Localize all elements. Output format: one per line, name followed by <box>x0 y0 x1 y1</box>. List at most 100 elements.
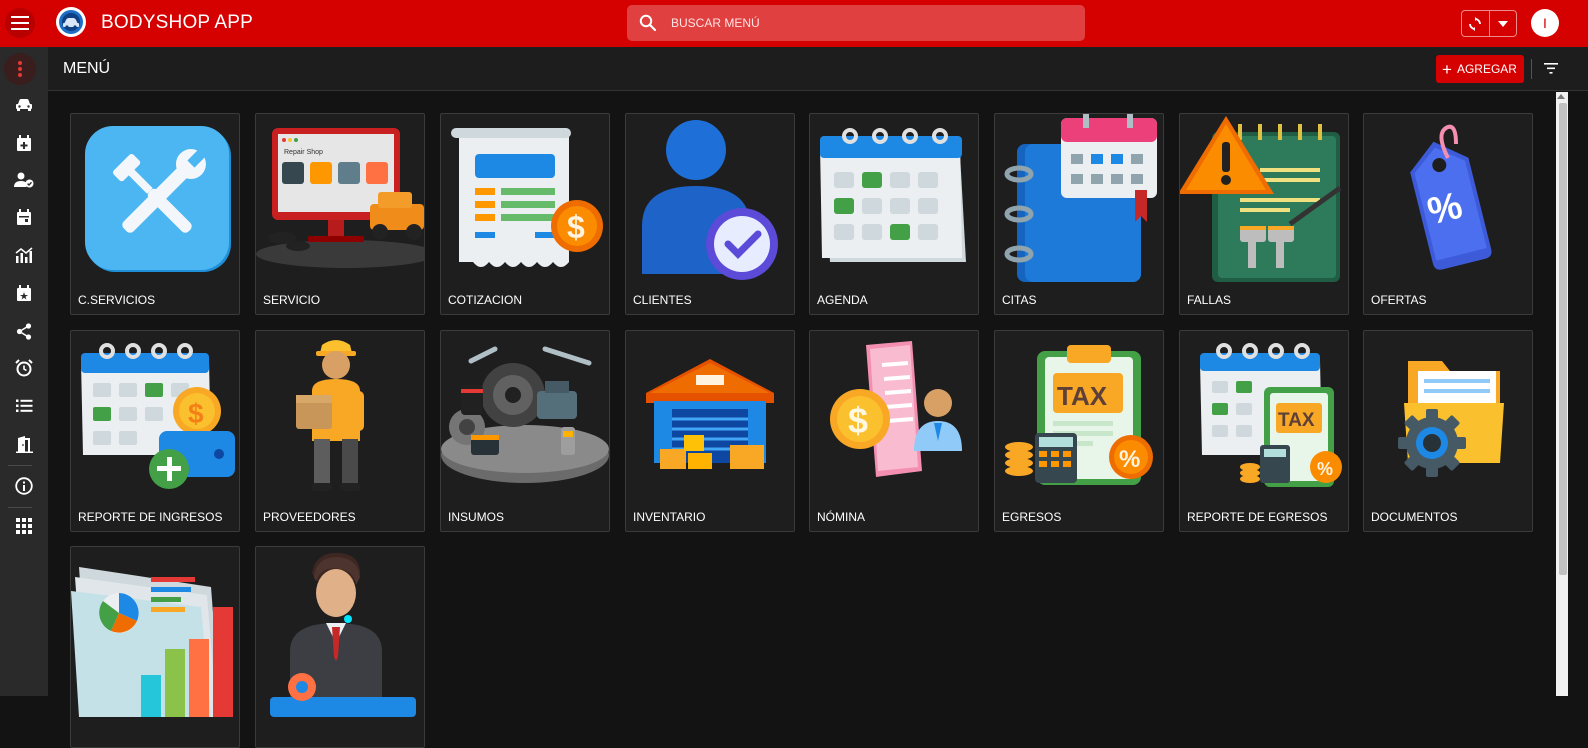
menu-card-inventario[interactable]: INVENTARIO <box>625 330 795 532</box>
svg-text:$: $ <box>848 400 868 441</box>
menu-card-label: SERVICIO <box>263 293 321 307</box>
car-icon <box>16 99 32 111</box>
menu-card-reports-charts[interactable] <box>70 546 240 748</box>
menu-card-egresos[interactable]: TAX % EGRESOS <box>994 330 1164 532</box>
menu-card-label: NÓMINA <box>817 510 865 524</box>
svg-text:$: $ <box>567 209 585 245</box>
sidebar-item-list[interactable] <box>0 390 48 422</box>
menu-card-fallas[interactable]: FALLAS <box>1179 113 1349 315</box>
menu-grid: C.SERVICIOS Repair Shop SERVICIO $ COTIZ… <box>48 92 1556 748</box>
expense-report-icon: TAX % <box>1200 343 1342 487</box>
menu-card-reporte-de-egresos[interactable]: TAX % REPORTE DE EGRESOS <box>1179 330 1349 532</box>
sidebar-item-alarms[interactable] <box>0 352 48 384</box>
svg-text:$: $ <box>188 398 204 429</box>
menu-card-label: COTIZACION <box>448 293 522 307</box>
app-title: BODYSHOP APP <box>101 12 253 33</box>
payroll-icon: $ <box>830 341 962 477</box>
svg-text:%: % <box>1317 459 1333 479</box>
sync-button[interactable] <box>1462 11 1490 36</box>
tax-clipboard-icon: TAX % <box>1005 345 1153 485</box>
menu-card-label: INVENTARIO <box>633 510 706 524</box>
calendar-icon <box>17 208 31 225</box>
menu-card-agenda[interactable]: AGENDA <box>809 113 979 315</box>
menu-card-ofertas[interactable]: % OFERTAS <box>1363 113 1533 315</box>
sidebar-divider <box>8 465 32 466</box>
user-avatar[interactable]: I <box>1531 9 1559 37</box>
person-check-icon <box>14 172 34 188</box>
calendar-add-icon <box>17 134 31 151</box>
sidebar-item-events[interactable] <box>0 277 48 309</box>
charts-report-icon <box>71 567 233 717</box>
sidebar-item-apps[interactable] <box>0 510 48 542</box>
menu-card-nomina[interactable]: $ NÓMINA <box>809 330 979 532</box>
search-bar[interactable] <box>627 5 1085 41</box>
failure-warning-icon <box>1180 116 1342 282</box>
menu-card-label: C.SERVICIOS <box>78 293 156 307</box>
menu-card-insumos[interactable]: INSUMOS <box>440 330 610 532</box>
client-verified-icon <box>642 120 778 280</box>
search-input[interactable] <box>671 5 1071 41</box>
warehouse-icon <box>646 359 774 469</box>
sidebar-item-more[interactable] <box>4 53 36 85</box>
menu-card-servicio[interactable]: Repair Shop SERVICIO <box>255 113 425 315</box>
menu-card-clientes[interactable]: CLIENTES <box>625 113 795 315</box>
scrollbar-thumb[interactable] <box>1559 103 1567 575</box>
repair-shop-icon: Repair Shop <box>256 128 424 268</box>
manager-user-icon <box>270 552 416 717</box>
header-divider <box>1531 59 1532 79</box>
menu-card-management[interactable] <box>255 546 425 748</box>
car-parts-icon <box>441 346 609 483</box>
sidebar-item-info[interactable] <box>0 470 48 502</box>
svg-text:TAX: TAX <box>1278 410 1315 431</box>
menu-card-proveedores[interactable]: PROVEEDORES <box>255 330 425 532</box>
tools-icon <box>85 126 231 272</box>
menu-card-citas[interactable]: CITAS <box>994 113 1164 315</box>
menu-card-label: EGRESOS <box>1002 510 1062 524</box>
sidebar-item-agenda[interactable] <box>0 201 48 233</box>
add-button[interactable]: + AGREGAR <box>1436 55 1524 83</box>
menu-toggle-button[interactable] <box>5 8 35 38</box>
page-edge <box>1568 92 1588 696</box>
share-icon <box>16 322 32 340</box>
sidebar-item-exit[interactable] <box>0 428 48 460</box>
app-logo[interactable] <box>56 7 86 37</box>
filter-button[interactable] <box>1544 61 1558 79</box>
menu-card-label: PROVEEDORES <box>263 510 356 524</box>
menu-card-reporte-de-ingresos[interactable]: $ REPORTE DE INGRESOS <box>70 330 240 532</box>
sync-button-group <box>1461 10 1517 37</box>
more-vert-icon <box>18 61 22 77</box>
menu-card-label: INSUMOS <box>448 510 505 524</box>
alarm-icon <box>15 359 33 377</box>
page-header: MENÚ + AGREGAR <box>48 47 1588 91</box>
svg-text:Repair Shop: Repair Shop <box>284 149 323 156</box>
menu-card-label: REPORTE DE INGRESOS <box>78 510 223 524</box>
svg-text:%: % <box>1119 446 1140 473</box>
sidebar-item-analytics[interactable] <box>0 239 48 271</box>
sync-options-dropdown[interactable] <box>1490 11 1517 36</box>
sidebar-item-clients[interactable] <box>0 164 48 196</box>
sidebar-item-calendar-add[interactable] <box>0 127 48 159</box>
scroll-up-arrow[interactable] <box>1557 94 1565 99</box>
filter-icon <box>1544 63 1558 74</box>
menu-card-label: FALLAS <box>1187 293 1232 307</box>
discount-tag-icon: % <box>1410 124 1492 270</box>
info-icon <box>15 477 33 495</box>
car-logo-icon <box>59 10 83 34</box>
menu-card-cotizacion[interactable]: $ COTIZACION <box>440 113 610 315</box>
menu-card-label: CLIENTES <box>633 293 692 307</box>
documents-folder-icon <box>1398 361 1504 477</box>
appointment-book-icon <box>1004 114 1157 282</box>
sidebar-item-share[interactable] <box>0 315 48 347</box>
svg-text:TAX: TAX <box>1057 381 1108 411</box>
page-title: MENÚ <box>63 60 111 77</box>
add-button-label: AGREGAR <box>1456 62 1517 76</box>
menu-card-label: DOCUMENTOS <box>1371 510 1458 524</box>
exit-door-icon <box>15 435 33 453</box>
caret-down-icon <box>1497 20 1508 27</box>
menu-card-label: OFERTAS <box>1371 293 1427 307</box>
menu-card-documentos[interactable]: DOCUMENTOS <box>1363 330 1533 532</box>
sidebar-item-vehicles[interactable] <box>0 89 48 121</box>
income-report-icon: $ <box>81 343 235 489</box>
menu-card-c-servicios[interactable]: C.SERVICIOS <box>70 113 240 315</box>
sidebar <box>0 47 48 696</box>
